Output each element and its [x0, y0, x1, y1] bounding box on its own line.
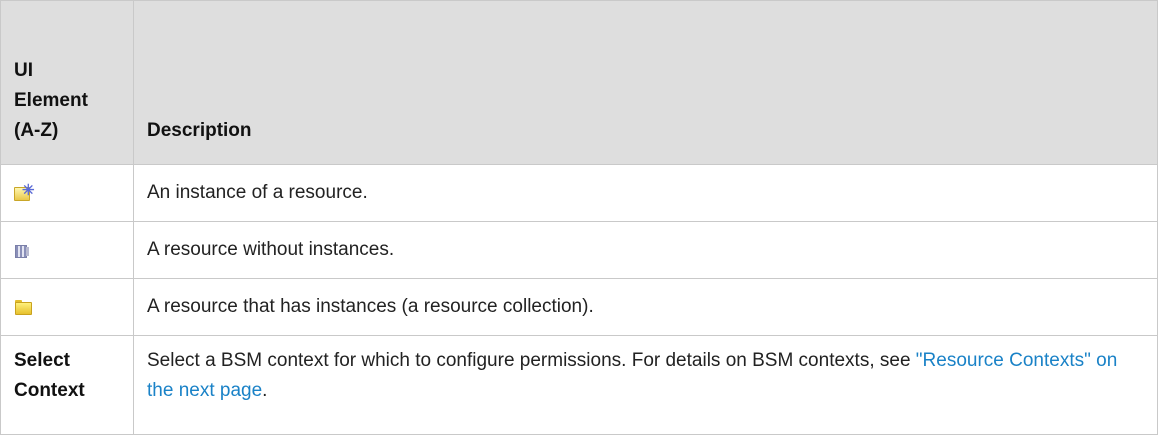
table-row: Select Context Select a BSM context for w…: [0, 335, 1158, 435]
resource-no-instances-icon: [14, 242, 30, 258]
table-row: ✳ An instance of a resource.: [0, 164, 1158, 222]
ui-element-cell: [0, 278, 134, 336]
description-cell: A resource that has instances (a resourc…: [133, 278, 1158, 336]
table-row: A resource that has instances (a resourc…: [0, 278, 1158, 336]
resource-instance-icon: ✳: [14, 182, 35, 201]
description-cell: A resource without instances.: [133, 221, 1158, 279]
description-cell: An instance of a resource.: [133, 164, 1158, 222]
select-context-period: .: [262, 380, 268, 401]
table-row: A resource without instances.: [0, 221, 1158, 279]
ui-element-cell: ✳: [0, 164, 134, 222]
table-header-row: UI Element (A-Z) Description: [0, 0, 1158, 165]
ui-element-cell: [0, 221, 134, 279]
resource-collection-folder-icon: [14, 299, 32, 315]
ui-elements-table: UI Element (A-Z) Description ✳ An instance…: [0, 0, 1158, 435]
column-header-description: Description: [133, 0, 1158, 165]
column-header-ui-element: UI Element (A-Z): [0, 0, 134, 165]
select-context-label: Select Context: [0, 335, 134, 435]
description-cell: Select a BSM context for which to config…: [133, 335, 1158, 435]
select-context-text: Select a BSM context for which to config…: [147, 350, 916, 371]
